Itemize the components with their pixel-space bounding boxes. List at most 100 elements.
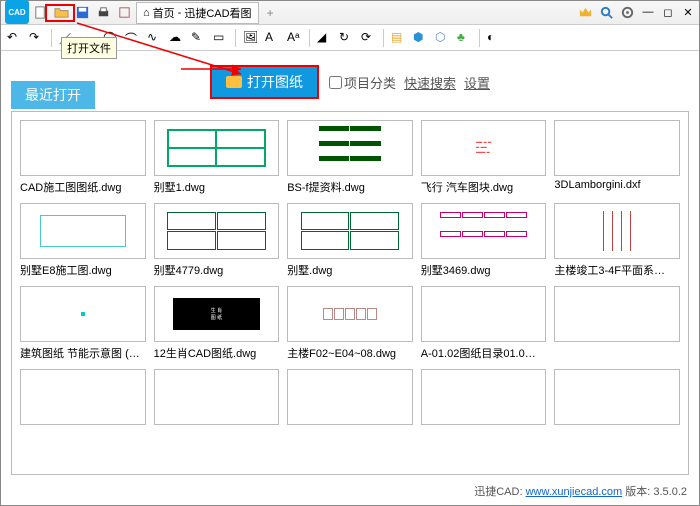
footer-version-label: 版本: (625, 486, 650, 498)
file-card[interactable] (554, 369, 680, 428)
file-thumb (421, 369, 547, 425)
close-button[interactable]: ✕ (681, 5, 695, 19)
file-name: CAD施工图图纸.dwg (20, 179, 146, 195)
arc-icon[interactable]: ⌒ (125, 30, 140, 45)
file-card[interactable]: 别墅E8施工图.dwg (20, 203, 146, 278)
folder-icon (226, 76, 242, 88)
file-name: 飞行 汽车图块.dwg (421, 179, 547, 195)
file-thumb (421, 203, 547, 259)
file-card[interactable]: 主楼F02~E04~08.dwg (287, 286, 413, 361)
maximize-button[interactable]: ◻ (661, 5, 675, 19)
print-icon[interactable] (96, 5, 111, 20)
file-card[interactable] (154, 369, 280, 428)
file-thumb (154, 369, 280, 425)
settings-link[interactable]: 设置 (464, 73, 490, 92)
quick-search-link[interactable]: 快速搜索 (404, 73, 456, 92)
tooltip-open-file: 打开文件 (61, 37, 117, 59)
file-card[interactable]: BS-f提资料.dwg (287, 120, 413, 195)
divider (383, 29, 384, 47)
file-card[interactable]: 别墅4779.dwg (154, 203, 280, 278)
file-card[interactable]: A-01.02图纸目录01.0… (421, 286, 547, 361)
divider (235, 29, 236, 47)
file-name: BS-f提资料.dwg (287, 179, 413, 195)
file-card[interactable] (287, 369, 413, 428)
file-card[interactable]: 别墅.dwg (287, 203, 413, 278)
file-thumb (287, 120, 413, 176)
file-card[interactable]: CAD施工图图纸.dwg (20, 120, 146, 195)
block-icon[interactable]: ⬢ (413, 30, 428, 45)
action-links: 项目分类 快速搜索 设置 (329, 73, 490, 92)
minimize-button[interactable]: — (641, 5, 655, 19)
file-card[interactable]: 生 肖图 纸 12生肖CAD图纸.dwg (154, 286, 280, 361)
image-icon[interactable]: 🖼 (243, 30, 258, 45)
file-card[interactable] (20, 369, 146, 428)
titlebar: CAD ⌂ 首页 - 迅捷CAD看图 + — ◻ ✕ (1, 1, 699, 25)
erase-icon[interactable]: ◢ (317, 30, 332, 45)
file-card[interactable]: 别墅3469.dwg (421, 203, 547, 278)
search-icon[interactable] (599, 5, 614, 20)
file-card[interactable]: 建筑图纸 节能示意图 (… (20, 286, 146, 361)
layers-icon[interactable]: ▤ (391, 30, 406, 45)
app-logo: CAD (5, 0, 29, 24)
file-name: 主楼竣工3-4F平面系… (554, 262, 680, 278)
file-thumb (20, 286, 146, 342)
file-name: A-01.02图纸目录01.0… (421, 345, 547, 361)
home-icon: ⌂ (143, 7, 150, 19)
file-name: 12生肖CAD图纸.dwg (154, 345, 280, 361)
file-card[interactable]: 别墅1.dwg (154, 120, 280, 195)
project-category-checkbox[interactable]: 项目分类 (329, 73, 396, 92)
divider (479, 29, 480, 47)
spline-icon[interactable]: ∿ (147, 30, 162, 45)
divider (51, 29, 52, 47)
file-name: 3DLamborgini.dxf (554, 179, 680, 191)
file-thumb (287, 203, 413, 259)
recent-grid: CAD施工图图纸.dwg 别墅1.dwg BS-f提资料.dwg ━━ ━ ━━ ━━… (20, 120, 680, 428)
undo-icon[interactable]: ↶ (7, 30, 22, 45)
file-thumb (554, 120, 680, 176)
open-drawing-button[interactable]: 打开图纸 (210, 65, 319, 99)
rect-icon[interactable]: ▭ (213, 30, 228, 45)
cube-icon[interactable]: ⬡ (435, 30, 450, 45)
vip-icon[interactable] (578, 5, 593, 20)
format-icon[interactable]: ♣ (457, 30, 472, 45)
refresh-icon[interactable]: ⟳ (361, 30, 376, 45)
file-name: 别墅E8施工图.dwg (20, 262, 146, 278)
file-thumb (287, 286, 413, 342)
file-thumb (421, 286, 547, 342)
footer: 迅捷CAD: www.xunjiecad.com 版本: 3.5.0.2 (474, 483, 687, 499)
file-thumb (287, 369, 413, 425)
tools-icon[interactable] (117, 5, 132, 20)
tab-prefix: 首页 (153, 5, 175, 21)
save-icon[interactable] (75, 5, 90, 20)
file-name: 建筑图纸 节能示意图 (… (20, 345, 146, 361)
action-row: 打开图纸 项目分类 快速搜索 设置 (1, 51, 699, 107)
file-card[interactable]: 3DLamborgini.dxf (554, 120, 680, 195)
gear-icon[interactable] (620, 5, 635, 20)
file-thumb (20, 203, 146, 259)
checkbox-label: 项目分类 (344, 73, 396, 92)
file-name: 别墅.dwg (287, 262, 413, 278)
file-card[interactable] (421, 369, 547, 428)
file-thumb (554, 203, 680, 259)
footer-url[interactable]: www.xunjiecad.com (526, 486, 623, 498)
tab-home[interactable]: ⌂ 首页 - 迅捷CAD看图 (136, 2, 259, 24)
text-icon[interactable]: A (265, 30, 280, 45)
file-thumb (20, 369, 146, 425)
file-name: 别墅1.dwg (154, 179, 280, 195)
file-card[interactable]: ━━ ━ ━━ ━━━━━ ━飞行 汽车图块.dwg (421, 120, 547, 195)
file-name: 别墅4779.dwg (154, 262, 280, 278)
palette-icon[interactable]: ◐ (487, 30, 502, 45)
file-card[interactable]: 主楼竣工3-4F平面系… (554, 203, 680, 278)
window-controls: — ◻ ✕ (578, 5, 695, 20)
rotate-icon[interactable]: ↻ (339, 30, 354, 45)
pencil-icon[interactable]: ✎ (191, 30, 206, 45)
file-card[interactable] (554, 286, 680, 361)
redo-icon[interactable]: ↷ (29, 30, 44, 45)
dim-icon[interactable]: Aᵃ (287, 30, 302, 45)
checkbox-input[interactable] (329, 76, 342, 89)
cloud-icon[interactable]: ☁ (169, 30, 184, 45)
new-tab-button[interactable]: + (263, 6, 278, 20)
file-thumb (20, 120, 146, 176)
file-thumb: 生 肖图 纸 (154, 286, 280, 342)
recent-grid-container: CAD施工图图纸.dwg 别墅1.dwg BS-f提资料.dwg ━━ ━ ━━ ━━… (11, 111, 689, 475)
